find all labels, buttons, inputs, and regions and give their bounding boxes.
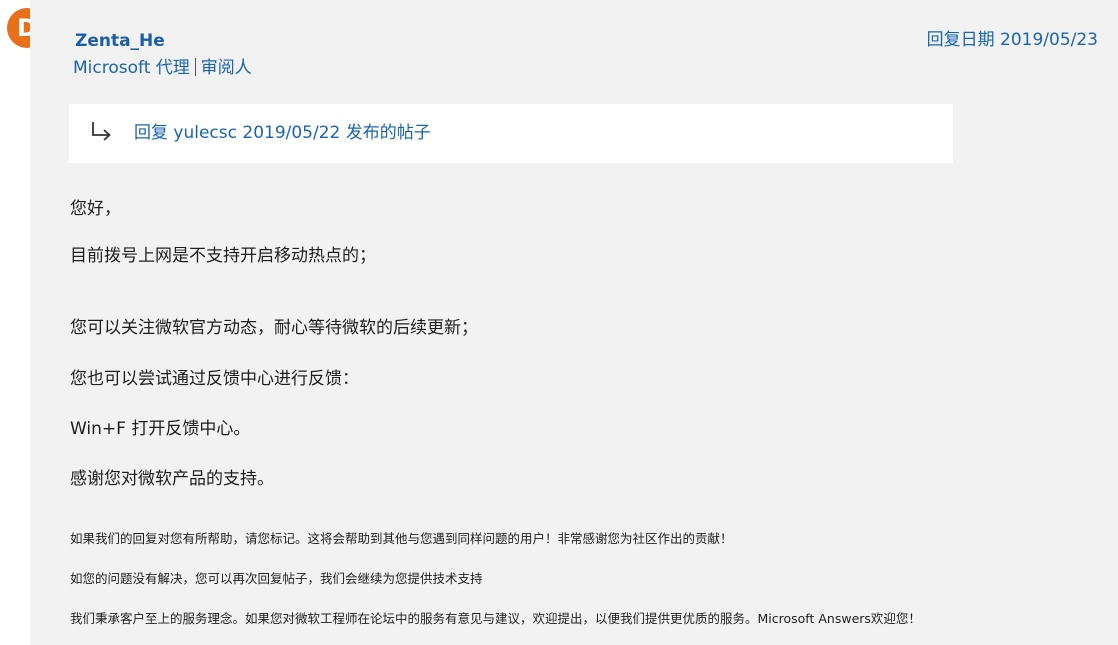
body-line: 您可以关注微软官方动态，耐心等待微软的后续更新； — [70, 318, 478, 338]
role-separator — [194, 58, 196, 76]
reply-arrow-icon — [92, 122, 111, 141]
footer-note: 如您的问题没有解决，您可以再次回复帖子，我们会继续为您提供技术支持 — [70, 571, 483, 586]
footer-note: 我们秉承客户至上的服务理念。如果您对微软工程师在论坛中的服务有意见与建议，欢迎提… — [70, 611, 921, 626]
body-line: 感谢您对微软产品的支持。 — [70, 469, 274, 489]
reply-to-box: 回复 yulecsc 2019/05/22 发布的帖子 — [69, 104, 953, 163]
footer-note: 如果我们的回复对您有所帮助，请您标记。这将会帮助到其他与您遇到同样问题的用户！非… — [70, 531, 733, 546]
body-line: 您也可以尝试通过反馈中心进行反馈： — [70, 369, 359, 389]
body-line: 您好， — [70, 199, 121, 219]
reply-to-link[interactable]: 回复 yulecsc 2019/05/22 发布的帖子 — [134, 121, 431, 145]
body-line: Win+F 打开反馈中心。 — [70, 419, 251, 439]
author-org[interactable]: Microsoft 代理 — [73, 58, 190, 78]
reply-date: 回复日期 2019/05/23 — [926, 30, 1098, 50]
author-name[interactable]: Zenta_He — [75, 30, 165, 52]
author-role: Microsoft 代理 审阅人 — [73, 56, 252, 80]
body-line: 目前拨号上网是不支持开启移动热点的； — [70, 246, 376, 266]
author-role-label[interactable]: 审阅人 — [201, 58, 252, 78]
